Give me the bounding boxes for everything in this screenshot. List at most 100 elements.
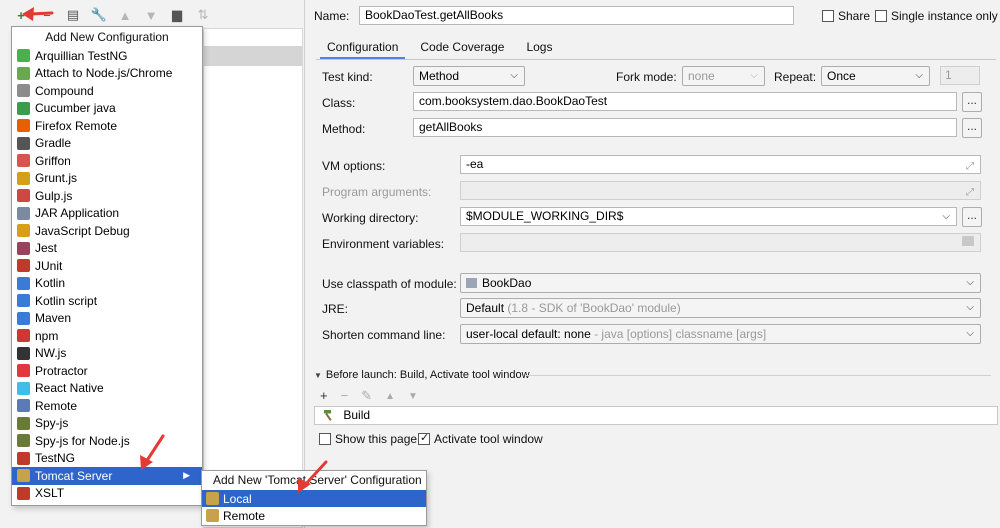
chevron-down-icon[interactable]: ⌵: [942, 208, 950, 225]
working-directory-browse-button[interactable]: ...: [962, 207, 982, 227]
junit-icon: [17, 259, 30, 273]
program-arguments-field[interactable]: ⤢: [460, 181, 981, 200]
menu-item-maven[interactable]: Maven: [12, 310, 202, 328]
menu-item-arquillian-testng[interactable]: Arquillian TestNG: [12, 47, 202, 65]
class-field[interactable]: com.booksystem.dao.BookDaoTest: [413, 92, 957, 111]
expand-icon[interactable]: ⤢: [966, 158, 974, 173]
menu-title: Add New Configuration: [45, 30, 169, 44]
remove-icon[interactable]: −: [341, 388, 349, 405]
before-launch-divider: [526, 375, 991, 376]
collapse-icon[interactable]: ▼: [314, 371, 322, 380]
menu-item-spy-js[interactable]: Spy-js: [12, 415, 202, 433]
activate-check-icon[interactable]: [418, 431, 430, 445]
method-field[interactable]: getAllBooks: [413, 118, 957, 137]
selected-tree-row[interactable]: [204, 46, 302, 66]
repeat-count-field[interactable]: 1: [940, 66, 980, 85]
menu-item-javascript-debug[interactable]: JavaScript Debug: [12, 222, 202, 240]
remote-icon: [17, 399, 30, 413]
build-task-label: Build: [343, 408, 371, 422]
tab-code-coverage[interactable]: Code Coverage: [409, 35, 515, 59]
menu-item-label: Spy-js for Node.js: [35, 433, 130, 448]
name-label: Name:: [314, 9, 350, 23]
classpath-module-select[interactable]: BookDao ⌵: [460, 273, 981, 293]
menu-item-jar-application[interactable]: JAR Application: [12, 205, 202, 223]
folder-icon[interactable]: ▆: [170, 7, 184, 22]
wrench-icon[interactable]: 🔧: [91, 7, 107, 22]
menu-item-protractor[interactable]: Protractor: [12, 362, 202, 380]
folder-icon[interactable]: [962, 236, 974, 246]
share-checkbox[interactable]: Share: [822, 9, 870, 23]
fork-mode-value: none: [688, 69, 715, 83]
single-instance-checkbox[interactable]: Single instance only: [875, 9, 998, 23]
menu-item-kotlin-script[interactable]: Kotlin script: [12, 292, 202, 310]
menu-item-gradle[interactable]: Gradle: [12, 135, 202, 153]
menu-item-testng[interactable]: TestNG: [12, 450, 202, 468]
menu-item-grunt-js[interactable]: Grunt.js: [12, 170, 202, 188]
jre-select[interactable]: Default (1.8 - SDK of 'BookDao' module) ⌵: [460, 298, 981, 318]
show-page-check-icon[interactable]: [319, 433, 331, 445]
environment-variables-field[interactable]: [460, 233, 981, 252]
show-page-checkbox[interactable]: Show this page: [319, 432, 417, 446]
menu-item-firefox-remote[interactable]: Firefox Remote: [12, 117, 202, 135]
menu-item-compound[interactable]: Compound: [12, 82, 202, 100]
share-label: Share: [838, 9, 871, 23]
menu-item-label: npm: [35, 328, 59, 343]
sort-icon[interactable]: ⇅: [196, 7, 210, 22]
grunt-icon: [17, 171, 30, 185]
menu-item-kotlin[interactable]: Kotlin: [12, 275, 202, 293]
menu-item-cucumber-java[interactable]: Cucumber java: [12, 100, 202, 118]
share-check-icon[interactable]: [822, 10, 834, 22]
menu-item-gulp-js[interactable]: Gulp.js: [12, 187, 202, 205]
before-launch-header[interactable]: ▼ Before launch: Build, Activate tool win…: [314, 369, 530, 381]
configurations-tree[interactable]: [203, 28, 303, 528]
menu-item-label: Gulp.js: [35, 188, 73, 203]
vm-options-field[interactable]: -ea ⤢: [460, 155, 981, 174]
maven-icon: [17, 311, 30, 325]
test-kind-value: Method: [419, 69, 460, 83]
menu-item-spy-js-for-node-js[interactable]: Spy-js for Node.js: [12, 432, 202, 450]
class-browse-button[interactable]: ...: [962, 92, 982, 112]
menu-item-label: Jest: [35, 241, 58, 256]
chevron-down-icon: ⌵: [966, 328, 974, 339]
test-kind-select[interactable]: Method ⌵: [413, 66, 525, 86]
add-icon[interactable]: +: [320, 388, 328, 405]
chevron-down-icon: ⌵: [966, 277, 974, 288]
menu-item-remote[interactable]: Remote: [12, 397, 202, 415]
menu-item-tomcat-server[interactable]: Tomcat Server ▶: [12, 467, 202, 485]
menu-item-react-native[interactable]: React Native: [12, 380, 202, 398]
menu-item-nw-js[interactable]: NW.js: [12, 345, 202, 363]
add-icon[interactable]: +: [14, 8, 28, 23]
gradle-icon: [17, 136, 30, 150]
copy-icon[interactable]: ▤: [66, 7, 80, 22]
method-browse-button[interactable]: ...: [962, 118, 982, 138]
shorten-command-line-select[interactable]: user-local default: none - java [options…: [460, 324, 981, 344]
name-field[interactable]: BookDaoTest.getAllBooks: [359, 6, 794, 25]
menu-item-attach-to-node-js-chrome[interactable]: Attach to Node.js/Chrome: [12, 65, 202, 83]
move-down-icon[interactable]: ▼: [144, 8, 158, 23]
menu-item-label: Remote: [35, 398, 78, 413]
tab-logs[interactable]: Logs: [515, 35, 563, 59]
edit-icon[interactable]: ✎: [361, 388, 372, 405]
menu-item-junit[interactable]: JUnit: [12, 257, 202, 275]
move-up-icon[interactable]: ▲: [385, 388, 395, 405]
repeat-label: Repeat:: [774, 70, 817, 84]
repeat-select[interactable]: Once ⌵: [821, 66, 930, 86]
remove-icon[interactable]: −: [40, 8, 54, 23]
move-down-icon[interactable]: ▼: [408, 388, 418, 405]
griffon-icon: [17, 154, 30, 168]
menu-item-label: Tomcat Server: [35, 468, 113, 483]
menu-item-jest[interactable]: Jest: [12, 240, 202, 258]
menu-item-label: Firefox Remote: [35, 118, 118, 133]
add-configuration-menu: Add New Configuration Arquillian TestNG A…: [11, 26, 203, 506]
fork-mode-select[interactable]: none ⌵: [682, 66, 765, 86]
activate-tool-window-checkbox[interactable]: Activate tool window: [418, 431, 543, 446]
tab-configuration[interactable]: Configuration: [316, 35, 409, 59]
menu-item-xslt[interactable]: XSLT: [12, 485, 202, 503]
before-launch-task-build[interactable]: Build: [314, 406, 998, 425]
single-instance-check-icon[interactable]: [875, 10, 887, 22]
move-up-icon[interactable]: ▲: [118, 8, 132, 23]
menu-item-npm[interactable]: npm: [12, 327, 202, 345]
working-directory-field[interactable]: $MODULE_WORKING_DIR$ ⌵: [460, 207, 957, 226]
submenu-item-label: Remote: [223, 508, 266, 523]
menu-item-griffon[interactable]: Griffon: [12, 152, 202, 170]
